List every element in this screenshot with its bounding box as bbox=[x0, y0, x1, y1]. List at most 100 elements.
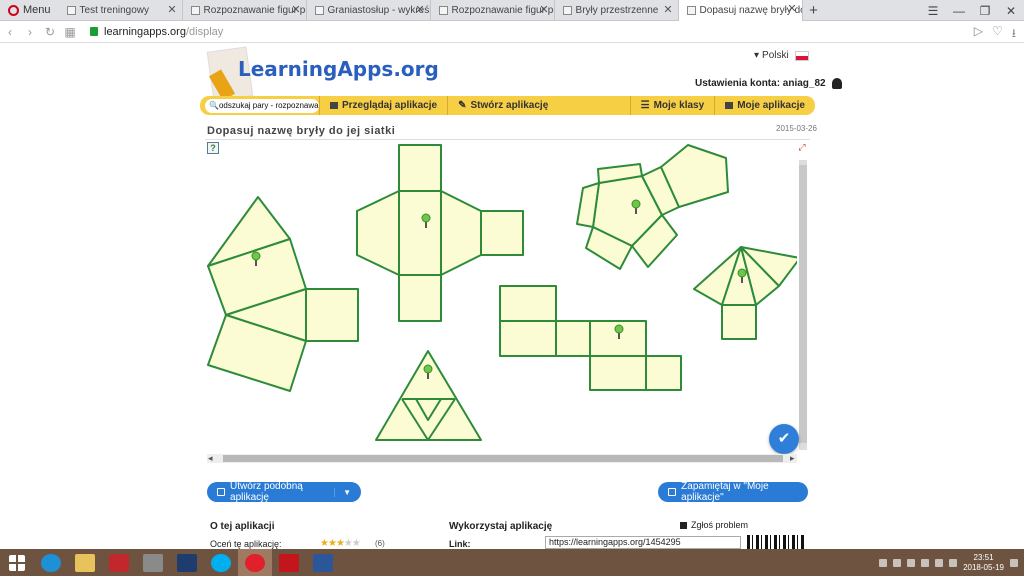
scroll-right-icon[interactable]: ▸ bbox=[790, 453, 795, 464]
net-cube[interactable] bbox=[499, 285, 682, 391]
qr-code-icon[interactable] bbox=[747, 535, 805, 549]
net-triangular-prism[interactable] bbox=[207, 196, 359, 392]
download-icon[interactable]: ⭳ bbox=[1012, 24, 1016, 45]
tab-favicon bbox=[686, 5, 696, 15]
close-icon[interactable]: ✕ bbox=[663, 3, 672, 16]
close-icon[interactable]: ✕ bbox=[787, 2, 796, 15]
close-icon[interactable]: ✕ bbox=[167, 3, 176, 16]
star-icon[interactable]: ★ bbox=[328, 538, 337, 549]
tray-icon[interactable] bbox=[921, 558, 930, 567]
tray-icon[interactable] bbox=[907, 558, 916, 567]
forward-icon[interactable]: › bbox=[20, 25, 40, 39]
net-hexagonal-prism[interactable] bbox=[356, 144, 524, 322]
report-problem-link[interactable]: Zgłoś problem bbox=[680, 520, 748, 530]
taskbar-app[interactable] bbox=[136, 549, 170, 576]
taskbar-explorer[interactable] bbox=[68, 549, 102, 576]
tray-icon[interactable] bbox=[893, 558, 902, 567]
url-path: /display bbox=[185, 25, 224, 38]
browser-tab[interactable]: Rozpoznawanie figur prze✕ bbox=[183, 0, 307, 21]
tab-favicon bbox=[190, 5, 200, 15]
system-tray: 23:51 2018-05-19 bbox=[879, 549, 1018, 576]
close-icon[interactable]: ✕ bbox=[291, 3, 300, 16]
browser-tab[interactable]: Test treningowy ✕ bbox=[59, 0, 183, 21]
close-icon[interactable]: ✕ bbox=[415, 3, 424, 16]
volume-icon[interactable] bbox=[949, 558, 958, 567]
new-tab-button[interactable]: + bbox=[803, 2, 825, 19]
browser-tab[interactable]: Rozpoznawanie figur prze✕ bbox=[431, 0, 555, 21]
create-similar-app-button[interactable]: Utwórz podobną aplikację ▼ bbox=[207, 481, 361, 503]
net-tetrahedron[interactable] bbox=[375, 350, 482, 441]
net-square-pyramid[interactable] bbox=[693, 246, 797, 340]
clock-date: 2018-05-19 bbox=[963, 562, 1004, 572]
fullscreen-icon[interactable]: ⤢ bbox=[797, 142, 807, 152]
url-field[interactable]: learningapps.org/display bbox=[104, 26, 223, 38]
taskbar-acrobat[interactable] bbox=[272, 549, 306, 576]
close-window-icon[interactable]: ✕ bbox=[998, 4, 1024, 18]
star-icon[interactable]: ★ bbox=[344, 538, 353, 549]
menu-my-apps[interactable]: Moje aplikacje bbox=[714, 96, 815, 115]
menu-label: Moje klasy bbox=[653, 100, 705, 111]
menu-create-app[interactable]: ✎ Stwórz aplikację bbox=[447, 96, 558, 115]
taskbar-ie[interactable] bbox=[34, 549, 68, 576]
rate-label: Oceń tę aplikację: bbox=[210, 539, 282, 549]
vertical-scrollbar[interactable] bbox=[799, 160, 807, 450]
use-section-title: Wykorzystaj aplikację bbox=[449, 521, 553, 532]
caret-down-icon[interactable]: ▼ bbox=[334, 487, 351, 497]
horizontal-scrollbar[interactable]: ◂ ▸ bbox=[207, 453, 797, 464]
site-logo[interactable]: LearningApps.org bbox=[238, 57, 439, 81]
address-bar: ‹ › ↻ ▦ learningapps.org/display ▷ ♡ ⭳ bbox=[0, 21, 1024, 43]
send-icon[interactable]: ▷ bbox=[974, 24, 983, 45]
star-icon[interactable]: ★ bbox=[352, 538, 361, 549]
lock-icon bbox=[90, 27, 98, 36]
remember-in-my-apps-button[interactable]: Zapamiętaj w "Moje aplikacje" bbox=[658, 481, 808, 503]
heart-icon[interactable]: ♡ bbox=[992, 24, 1003, 45]
browser-tab[interactable]: Bryły przestrzenne ✕ bbox=[555, 0, 679, 21]
search-input[interactable]: 🔍 odszukaj pary - rozpoznawanie bbox=[205, 98, 319, 113]
menu-my-classes[interactable]: ☰ Moje klasy bbox=[629, 96, 715, 115]
check-answers-button[interactable]: ✔ bbox=[769, 424, 799, 454]
star-icon[interactable]: ★ bbox=[336, 538, 345, 549]
account-settings-link[interactable]: Ustawienia konta: aniag_82 bbox=[695, 78, 842, 89]
word-icon bbox=[313, 553, 333, 572]
app-t-icon bbox=[109, 553, 129, 572]
scroll-thumb[interactable] bbox=[223, 455, 783, 462]
browser-tab-active[interactable]: Dopasuj nazwę bryły do je✕ bbox=[678, 0, 803, 21]
taskbar-word[interactable] bbox=[306, 549, 340, 576]
app-link-field[interactable]: https://learningapps.org/1454295 bbox=[545, 536, 741, 549]
reload-icon[interactable]: ↻ bbox=[40, 25, 60, 39]
taskbar-app-t[interactable] bbox=[102, 549, 136, 576]
language-selector[interactable]: ▾ Polski bbox=[754, 50, 809, 61]
network-icon[interactable] bbox=[935, 558, 944, 567]
taskbar-skype[interactable] bbox=[204, 549, 238, 576]
clock[interactable]: 23:51 2018-05-19 bbox=[963, 553, 1004, 573]
language-label: Polski bbox=[762, 50, 789, 61]
browser-tab[interactable]: Graniastosłup - wykreślan✕ bbox=[307, 0, 431, 21]
opera-menu-button[interactable]: Menu bbox=[0, 0, 59, 21]
search-icon: 🔍 bbox=[209, 101, 219, 110]
close-icon[interactable]: ✕ bbox=[539, 3, 548, 16]
tab-favicon bbox=[562, 5, 572, 15]
back-icon[interactable]: ‹ bbox=[0, 25, 20, 39]
rating-stars[interactable]: ★★★★★ bbox=[320, 538, 361, 549]
windows-taskbar: 23:51 2018-05-19 bbox=[0, 549, 1024, 576]
restore-icon[interactable]: ❐ bbox=[972, 4, 998, 18]
star-icon[interactable]: ★ bbox=[320, 538, 329, 549]
user-icon bbox=[831, 78, 842, 89]
tab-menu-icon[interactable]: ☰ bbox=[920, 4, 946, 18]
notifications-icon[interactable] bbox=[1010, 558, 1018, 567]
taskbar-app[interactable] bbox=[170, 549, 204, 576]
scroll-left-icon[interactable]: ◂ bbox=[208, 453, 213, 464]
net-pentagonal-prism[interactable] bbox=[576, 144, 729, 270]
start-button[interactable] bbox=[0, 549, 34, 576]
clock-time: 23:51 bbox=[973, 552, 994, 562]
menu-browse-apps[interactable]: Przeglądaj aplikacje bbox=[319, 96, 447, 115]
minimize-icon[interactable]: — bbox=[946, 4, 972, 18]
tray-icon[interactable] bbox=[879, 558, 888, 567]
speed-dial-icon[interactable]: ▦ bbox=[60, 25, 80, 39]
tab-favicon bbox=[66, 5, 76, 15]
taskbar-opera[interactable] bbox=[238, 549, 272, 576]
menu-label: Menu bbox=[23, 4, 51, 16]
scroll-thumb[interactable] bbox=[799, 165, 807, 443]
calculator-icon bbox=[177, 553, 197, 572]
web-page: LearningApps.org ▾ Polski Ustawienia kon… bbox=[0, 43, 1024, 549]
